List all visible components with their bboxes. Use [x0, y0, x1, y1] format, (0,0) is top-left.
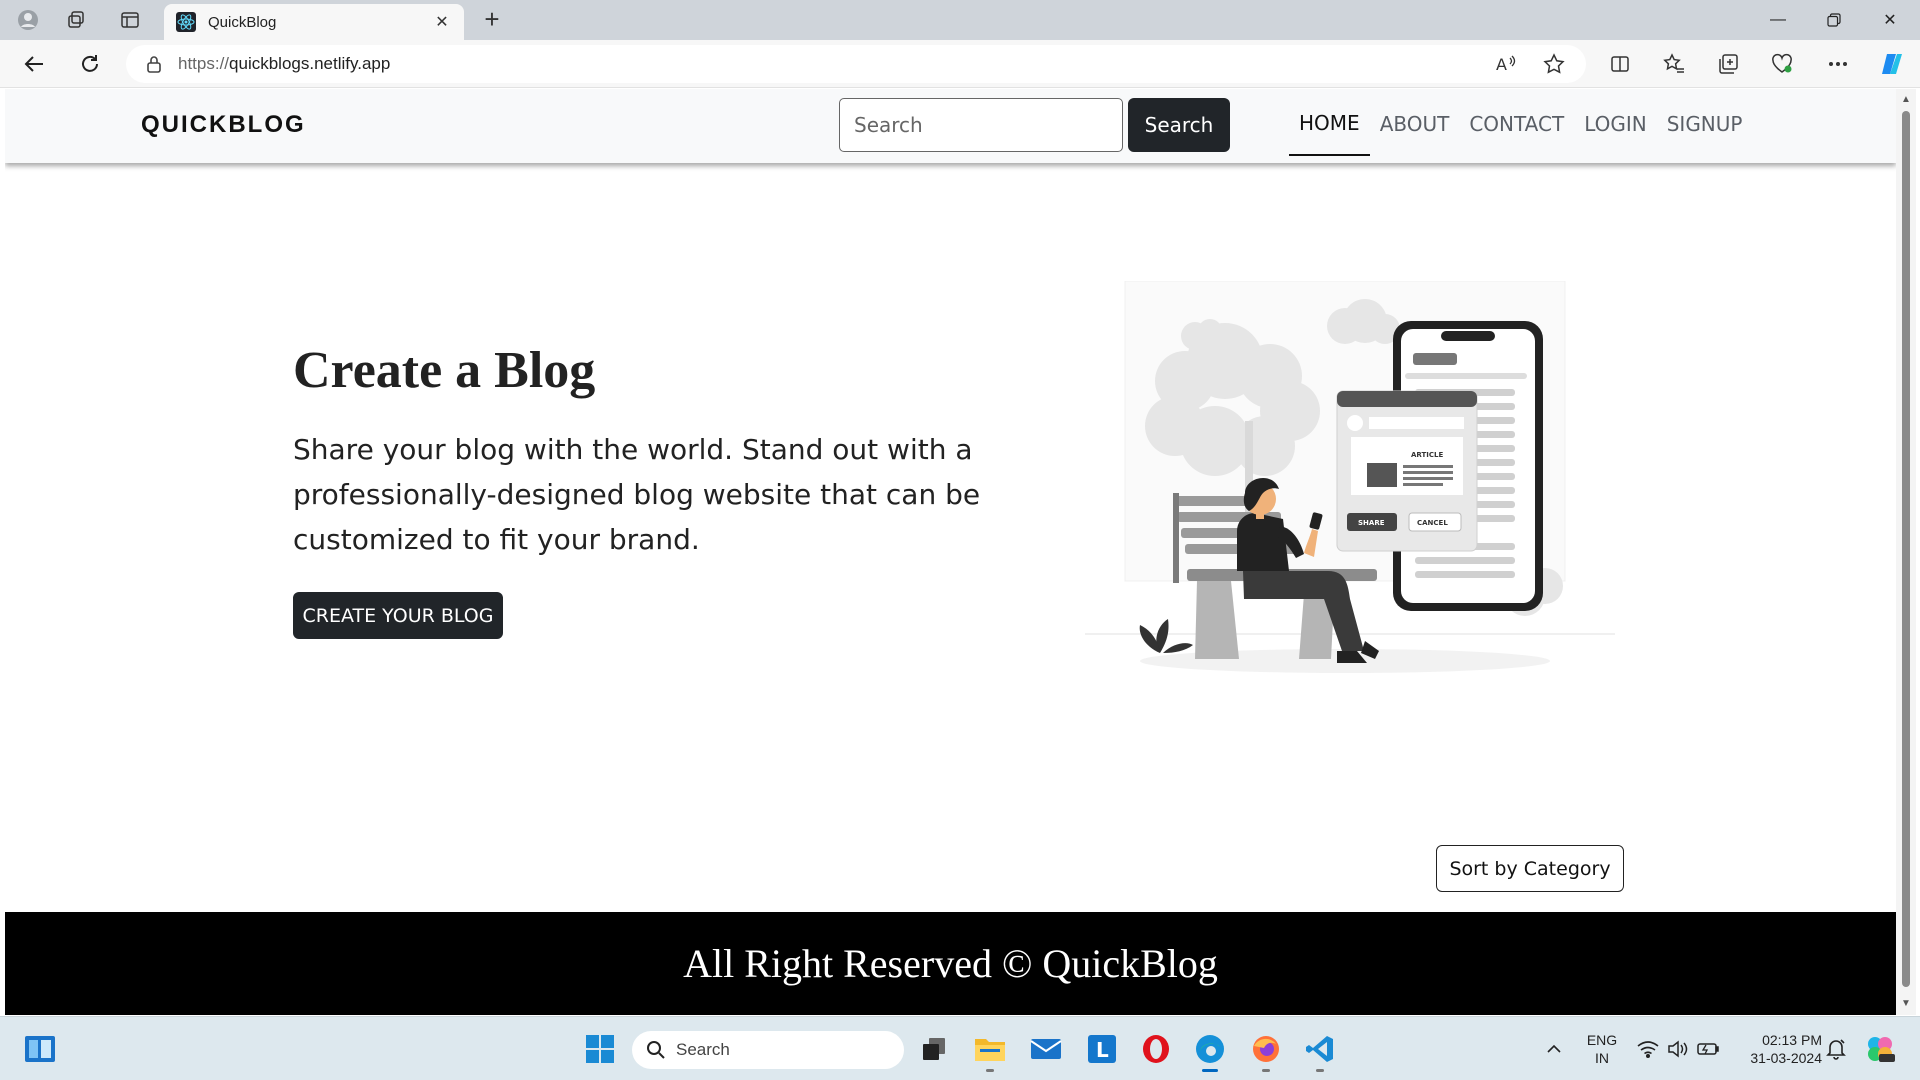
- browser-toolbar: https://quickblogs.netlify.app A: [0, 40, 1920, 88]
- scroll-down-icon[interactable]: ▼: [1900, 999, 1912, 1009]
- nav-home[interactable]: HOME: [1289, 92, 1370, 156]
- language-indicator[interactable]: ENG IN: [1582, 1031, 1622, 1067]
- scroll-thumb[interactable]: [1902, 111, 1910, 987]
- search-button[interactable]: Search: [1128, 98, 1230, 152]
- url-host: quickblogs.netlify.app: [229, 54, 391, 73]
- site-footer: All Right Reserved © QuickBlog: [5, 912, 1896, 1015]
- opera-icon[interactable]: [1138, 1031, 1174, 1067]
- l-app-icon[interactable]: L: [1084, 1031, 1120, 1067]
- nav-signup[interactable]: SIGNUP: [1657, 92, 1753, 156]
- cancel-label: CANCEL: [1417, 519, 1448, 527]
- close-window-icon[interactable]: ✕: [1862, 0, 1918, 40]
- workspaces-icon[interactable]: [64, 8, 88, 32]
- task-view-icon[interactable]: [916, 1031, 952, 1067]
- svg-text:L: L: [1096, 1038, 1109, 1062]
- copilot-preview-icon[interactable]: [1862, 1031, 1898, 1067]
- hero-title: Create a Blog: [293, 342, 596, 399]
- mail-icon[interactable]: [1028, 1031, 1064, 1067]
- search-icon: [647, 1041, 665, 1059]
- profile-icon[interactable]: [16, 8, 40, 32]
- clock-date: 31-03-2024: [1750, 1050, 1822, 1066]
- page-viewport: QUICKBLOG Search HOME ABOUT CONTACT LOGI…: [5, 89, 1896, 1015]
- language-region: IN: [1595, 1050, 1609, 1066]
- site-nav: HOME ABOUT CONTACT LOGIN SIGNUP: [1289, 89, 1752, 163]
- hero-description: Share your blog with the world. Stand ou…: [293, 433, 981, 556]
- clock-time: 02:13 PM: [1762, 1032, 1822, 1048]
- site-header: QUICKBLOG Search HOME ABOUT CONTACT LOGI…: [5, 89, 1896, 163]
- widgets-icon[interactable]: [22, 1031, 58, 1067]
- taskbar-search-label: Search: [676, 1040, 730, 1059]
- vscode-icon[interactable]: [1302, 1031, 1338, 1072]
- tab-title: QuickBlog: [208, 13, 277, 31]
- windows-taskbar: Search L ENG IN 02:13 PM 31-03-2024: [0, 1016, 1920, 1080]
- favorite-star-icon[interactable]: [1540, 50, 1568, 78]
- footer-text: All Right Reserved © QuickBlog: [683, 941, 1218, 986]
- favorites-icon[interactable]: [1660, 50, 1688, 78]
- collections-icon[interactable]: [1714, 50, 1742, 78]
- taskbar-search[interactable]: Search: [632, 1031, 904, 1069]
- nav-login[interactable]: LOGIN: [1574, 92, 1657, 156]
- plant: [1139, 619, 1193, 653]
- react-favicon-icon: [176, 12, 196, 32]
- article-card: ARTICLE SHARE CANCEL: [1336, 390, 1478, 552]
- split-screen-icon[interactable]: [1606, 50, 1634, 78]
- edge-icon[interactable]: [1192, 1031, 1228, 1072]
- more-options-icon[interactable]: [1824, 50, 1852, 78]
- close-tab-icon[interactable]: ✕: [432, 12, 452, 32]
- browser-tab-bar: QuickBlog ✕ + — ✕: [0, 0, 1920, 40]
- sort-by-category-button[interactable]: Sort by Category: [1436, 845, 1624, 892]
- start-icon[interactable]: [582, 1031, 618, 1067]
- scroll-up-icon[interactable]: ▲: [1900, 95, 1912, 105]
- vertical-tabs-icon[interactable]: [118, 8, 142, 32]
- article-label: ARTICLE: [1411, 451, 1443, 459]
- refresh-icon[interactable]: [76, 50, 104, 78]
- active-tab[interactable]: QuickBlog ✕: [164, 4, 464, 40]
- new-tab-button[interactable]: +: [478, 6, 506, 34]
- url-protocol: https://: [178, 54, 230, 73]
- browser-essentials-icon[interactable]: [1768, 50, 1796, 78]
- nav-about[interactable]: ABOUT: [1370, 92, 1460, 156]
- notification-bell-icon[interactable]: [1818, 1031, 1854, 1067]
- address-bar[interactable]: https://quickblogs.netlify.app A: [126, 45, 1586, 83]
- svg-text:A: A: [1496, 55, 1507, 74]
- clock[interactable]: 02:13 PM 31-03-2024: [1732, 1031, 1822, 1067]
- chevron-up-icon[interactable]: [1536, 1031, 1572, 1067]
- search-input[interactable]: [839, 98, 1123, 152]
- hero-illustration: ARTICLE SHARE CANCEL: [1085, 281, 1615, 673]
- battery-icon[interactable]: [1690, 1031, 1726, 1067]
- language-code: ENG: [1586, 1032, 1618, 1048]
- back-icon[interactable]: [20, 50, 48, 78]
- url-text[interactable]: https://quickblogs.netlify.app: [178, 54, 1472, 74]
- site-brand[interactable]: QUICKBLOG: [141, 111, 306, 139]
- read-aloud-icon[interactable]: A: [1492, 50, 1520, 78]
- create-blog-button[interactable]: CREATE YOUR BLOG: [293, 592, 503, 639]
- copilot-icon[interactable]: [1878, 50, 1906, 78]
- restore-icon[interactable]: [1806, 0, 1862, 40]
- page-scrollbar[interactable]: ▲ ▼: [1896, 89, 1916, 1015]
- lock-icon[interactable]: [144, 54, 164, 74]
- minimize-icon[interactable]: —: [1750, 0, 1806, 40]
- file-explorer-icon[interactable]: [972, 1031, 1008, 1072]
- firefox-icon[interactable]: [1248, 1031, 1284, 1072]
- nav-contact[interactable]: CONTACT: [1459, 92, 1574, 156]
- share-label: SHARE: [1358, 519, 1385, 527]
